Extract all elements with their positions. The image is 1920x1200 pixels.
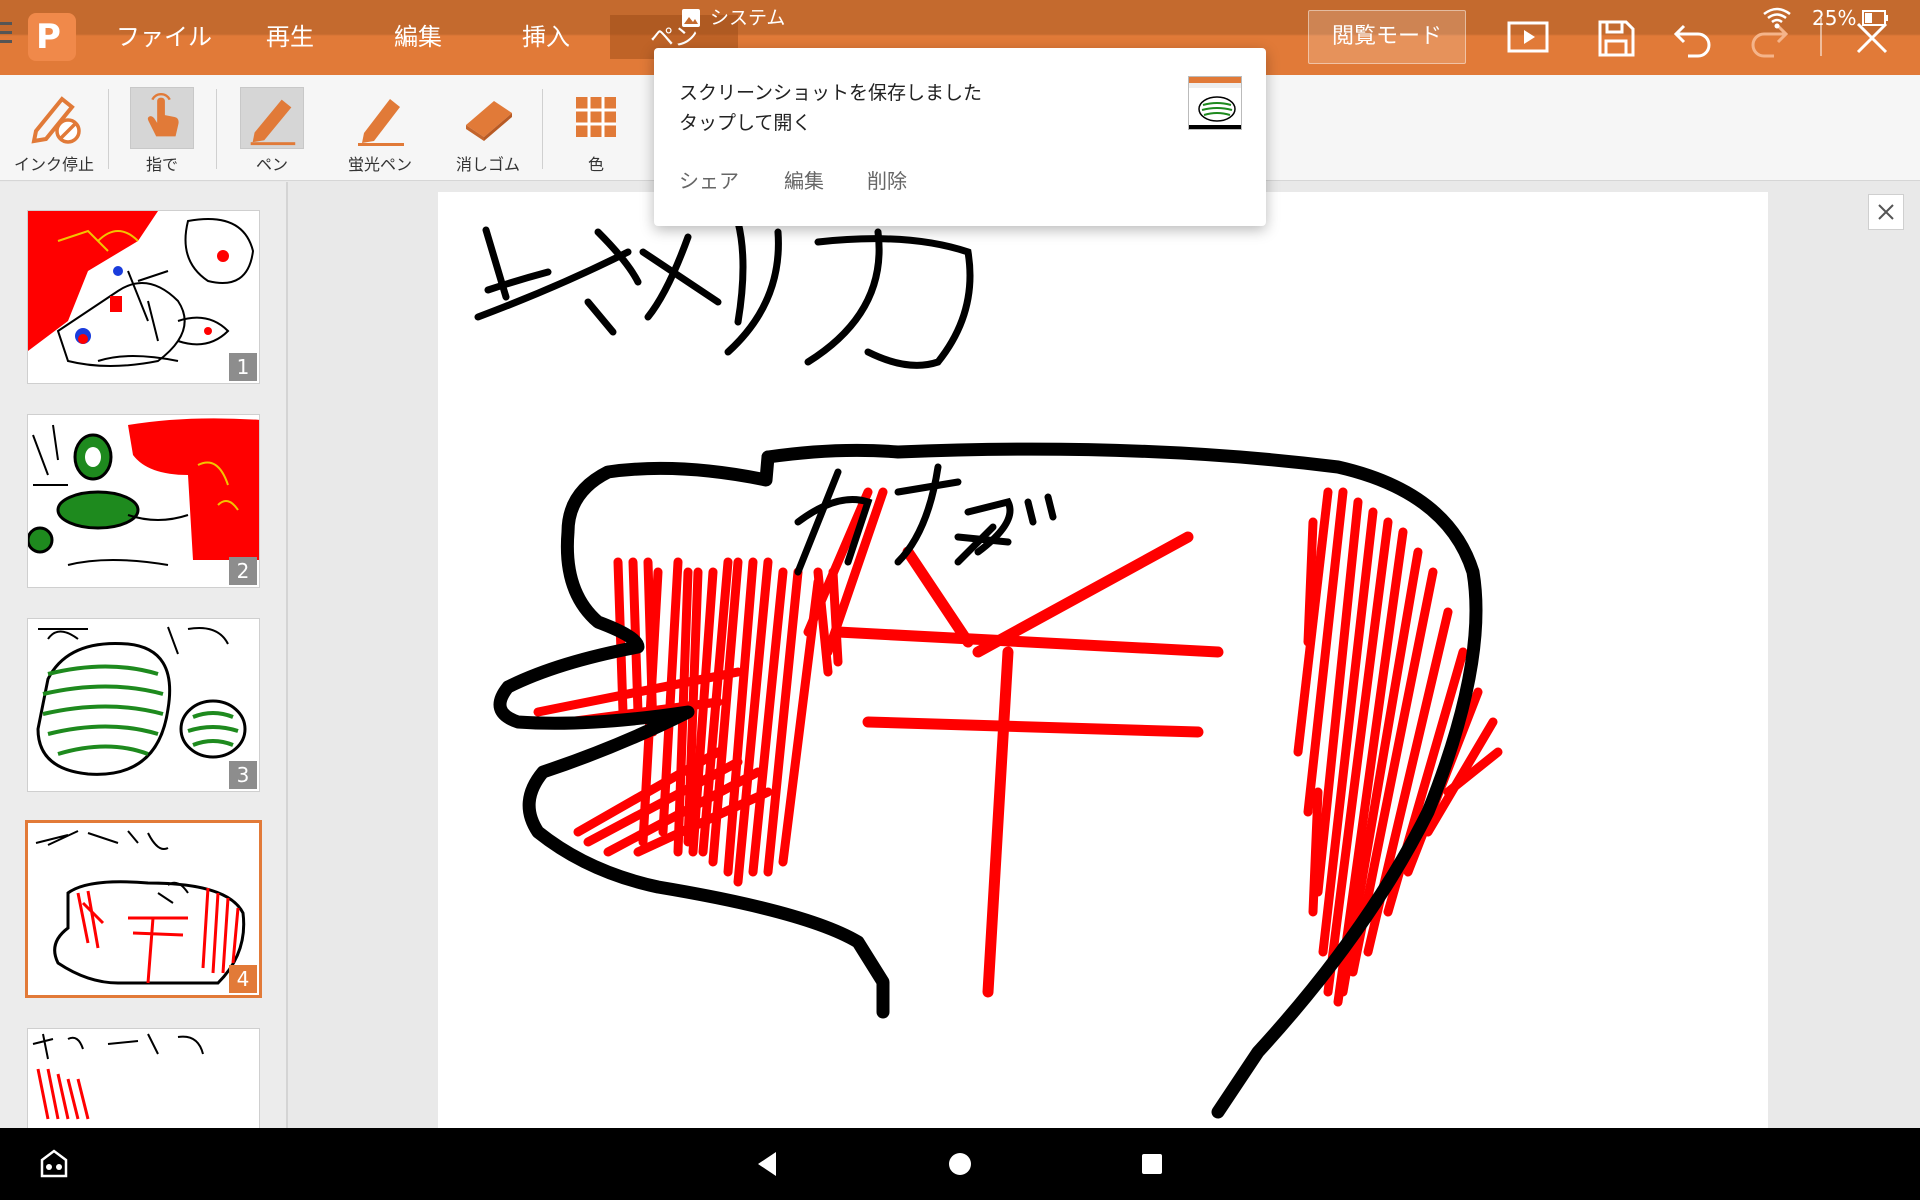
slide-number: 1	[229, 353, 257, 381]
slide-number: 4	[229, 965, 257, 993]
slide-5-drawing	[32, 1033, 204, 1120]
highlighter-icon	[358, 99, 404, 146]
screenshot-notification[interactable]: スクリーンショットを保存しました タップして開く シェア 編集 削除	[654, 48, 1266, 226]
color-label: 色	[587, 155, 604, 174]
highlighter-label: 蛍光ペン	[347, 155, 412, 174]
share-button[interactable]: シェア	[679, 168, 739, 194]
slide-thumbnail-panel[interactable]: 1 2 3 4	[0, 182, 288, 1128]
undo-icon[interactable]	[1670, 14, 1718, 62]
app-window: P ファイル 再生 編集 挿入 ペン 閲覧モード システム 25% インク停止 …	[0, 0, 1920, 1200]
slide-thumbnail[interactable]	[27, 1028, 260, 1128]
slide-thumbnail[interactable]: 3	[27, 618, 260, 792]
system-nav-bar	[0, 1128, 1920, 1200]
slide-thumbnail[interactable]: 2	[27, 414, 260, 588]
save-icon[interactable]	[1592, 14, 1640, 62]
finger-icon	[130, 87, 194, 149]
slide-4-ink-drawing	[474, 218, 1503, 1119]
slide-canvas[interactable]	[438, 192, 1768, 1128]
ink-stop-icon	[31, 96, 81, 144]
status-source-label: システム	[710, 7, 786, 29]
recents-icon[interactable]	[1136, 1148, 1168, 1180]
eraser-tool[interactable]: 消しゴム	[448, 81, 528, 177]
highlighter-tool[interactable]: 蛍光ペン	[340, 81, 420, 177]
screenshot-preview[interactable]	[1188, 76, 1242, 130]
assistant-icon[interactable]	[36, 1146, 72, 1182]
delete-button[interactable]: 削除	[867, 168, 907, 194]
close-pane-button[interactable]	[1868, 194, 1904, 230]
wifi-icon	[1763, 7, 1791, 29]
read-mode-button[interactable]: 閲覧モード	[1308, 10, 1466, 64]
app-logo[interactable]: P	[28, 13, 76, 61]
screenshot-preview-image	[1189, 77, 1241, 129]
color-tool[interactable]: 色	[556, 81, 636, 177]
slideshow-icon[interactable]	[1504, 14, 1552, 62]
edit-button[interactable]: 編集	[784, 168, 824, 194]
finger-tool[interactable]: 指で	[122, 81, 202, 177]
menu-edit[interactable]: 編集	[394, 22, 442, 52]
ink-stop-label: インク停止	[13, 155, 94, 174]
close-icon	[1878, 204, 1894, 220]
eraser-label: 消しゴム	[455, 155, 520, 174]
slide-3-drawing	[36, 626, 247, 776]
slide-editing-area[interactable]	[290, 182, 1920, 1128]
slide-1-drawing	[28, 211, 255, 367]
menu-file[interactable]: ファイル	[116, 22, 212, 52]
finger-label: 指で	[145, 155, 178, 174]
color-grid-icon	[576, 97, 616, 137]
battery-icon	[1862, 10, 1888, 26]
slide-number: 3	[229, 761, 257, 789]
slide-number: 2	[229, 557, 257, 585]
pen-tool[interactable]: ペン	[232, 81, 312, 177]
app-logo-letter: P	[36, 17, 61, 57]
pen-label: ペン	[255, 155, 288, 174]
eraser-icon	[466, 101, 512, 141]
ink-stop-tool[interactable]: インク停止	[14, 81, 94, 177]
slide-thumbnail[interactable]: 1	[27, 210, 260, 384]
slide-4-drawing	[35, 830, 246, 985]
pen-icon	[240, 87, 304, 149]
back-icon[interactable]	[752, 1148, 784, 1180]
image-icon	[682, 9, 700, 27]
menu-insert[interactable]: 挿入	[522, 22, 570, 52]
slide-thumbnail-selected[interactable]: 4	[25, 820, 262, 998]
menu-play[interactable]: 再生	[266, 22, 314, 52]
home-icon[interactable]	[944, 1148, 976, 1180]
menu-edge-icon	[0, 18, 12, 62]
notification-subtitle: タップして開く	[679, 112, 812, 134]
battery-percent: 25%	[1812, 6, 1857, 30]
notification-title: スクリーンショットを保存しました	[679, 82, 983, 104]
slide-2-drawing	[28, 418, 259, 566]
